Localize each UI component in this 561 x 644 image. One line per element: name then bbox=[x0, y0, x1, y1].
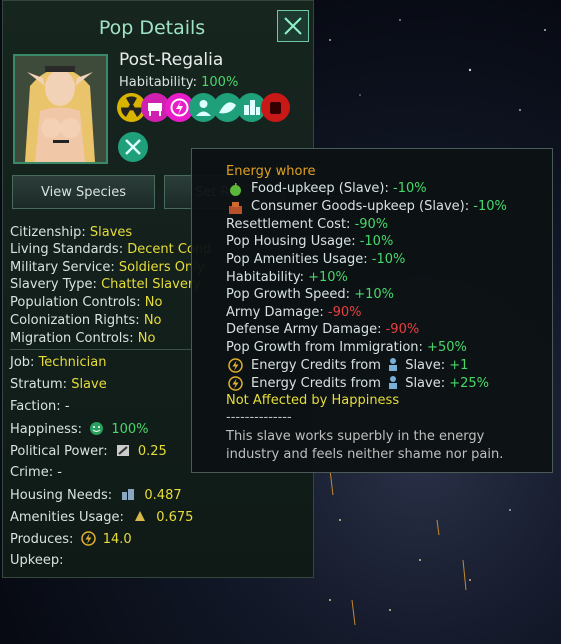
tooltip-energy-line-1: Energy Credits from Slave: +1 bbox=[251, 358, 469, 373]
tooltip-line-2: Resettlement Cost: -90% bbox=[226, 217, 389, 232]
tooltip-description-line-2: industry and feels neither shame nor pai… bbox=[226, 447, 504, 462]
pop-icon bbox=[389, 358, 398, 371]
job-row: Job: Technician bbox=[10, 355, 107, 370]
slavery-type-row: Slavery Type: Chattel Slavery bbox=[10, 277, 201, 292]
happiness-row: Happiness: 100% bbox=[10, 422, 149, 437]
military-service-row: Military Service: Soldiers Only bbox=[10, 260, 205, 275]
tooltip-line-9: Pop Growth from Immigration: +50% bbox=[226, 340, 467, 355]
apple-icon bbox=[230, 183, 241, 196]
habitability-row: Habitability: 100% bbox=[119, 75, 238, 90]
tooltip-line-8: Defense Army Damage: -90% bbox=[226, 322, 420, 337]
amenities-usage-row: Amenities Usage: 0.675 bbox=[10, 510, 194, 525]
faction-row: Faction: - bbox=[10, 399, 70, 414]
amenities-usage-value: 0.675 bbox=[156, 510, 194, 525]
population-controls-row: Population Controls: No bbox=[10, 295, 163, 310]
tooltip-line-0: Food-upkeep (Slave): -10% bbox=[251, 181, 427, 196]
produces-value: 14.0 bbox=[102, 532, 132, 547]
migration-controls-value[interactable]: No bbox=[138, 331, 156, 346]
energy-icon bbox=[228, 358, 243, 373]
trait-tooltip: Energy whore Food-upkeep (Slave): -10% C… bbox=[191, 148, 553, 473]
pop-icon bbox=[389, 376, 398, 389]
fist-trait-icon[interactable] bbox=[261, 93, 290, 122]
citizenship-row: Citizenship: Slaves bbox=[10, 225, 133, 240]
colonization-rights-value[interactable]: No bbox=[144, 313, 162, 328]
tooltip-line-7: Army Damage: -90% bbox=[226, 305, 362, 320]
close-icon bbox=[284, 17, 302, 35]
upkeep-row: Upkeep: bbox=[10, 553, 64, 568]
close-button[interactable] bbox=[277, 10, 309, 42]
housing-icon bbox=[122, 489, 135, 500]
political-power-row: Political Power: 0.25 bbox=[10, 444, 167, 459]
tooltip-divider: -------------- bbox=[226, 410, 292, 425]
population-controls-value[interactable]: No bbox=[145, 295, 163, 310]
migration-controls-row: Migration Controls: No bbox=[10, 331, 156, 346]
crime-value: - bbox=[57, 465, 62, 480]
citizenship-value[interactable]: Slaves bbox=[90, 225, 132, 240]
stratum-value: Slave bbox=[71, 377, 107, 392]
tooltip-line-1: Consumer Goods-upkeep (Slave): -10% bbox=[251, 199, 507, 214]
tooltip-line-4: Pop Amenities Usage: -10% bbox=[226, 252, 406, 267]
energy-icon bbox=[228, 376, 243, 391]
tooltip-line-6: Pop Growth Speed: +10% bbox=[226, 287, 394, 302]
housing-needs-row: Housing Needs: 0.487 bbox=[10, 488, 182, 503]
tooltip-line-5: Habitability: +10% bbox=[226, 270, 348, 285]
panel-title: Pop Details bbox=[98, 17, 206, 39]
habitability-label: Habitability: bbox=[119, 75, 197, 90]
slavery-type-value[interactable]: Chattel Slavery bbox=[101, 277, 201, 292]
tooltip-line-3: Pop Housing Usage: -10% bbox=[226, 234, 394, 249]
crime-row: Crime: - bbox=[10, 465, 62, 480]
crossed-swords-trait-icon[interactable] bbox=[118, 132, 148, 162]
energy-icon bbox=[80, 531, 96, 546]
amenities-icon bbox=[135, 511, 146, 521]
living-standards-row: Living Standards: Decent Cond bbox=[10, 242, 212, 257]
housing-needs-value: 0.487 bbox=[144, 488, 182, 503]
tooltip-description-line-1: This slave works superbly in the energy bbox=[226, 429, 485, 444]
produces-row: Produces: 14.0 bbox=[10, 531, 132, 547]
species-portrait bbox=[13, 54, 108, 164]
colonization-rights-row: Colonization Rights: No bbox=[10, 313, 162, 328]
tooltip-happiness-note: Not Affected by Happiness bbox=[226, 393, 400, 408]
tooltip-energy-line-2: Energy Credits from Slave: +25% bbox=[251, 376, 490, 391]
tooltip-title: Energy whore bbox=[226, 164, 316, 179]
stratum-row: Stratum: Slave bbox=[10, 377, 107, 392]
trait-list bbox=[117, 93, 290, 125]
habitability-value: 100% bbox=[201, 75, 239, 90]
power-icon bbox=[116, 445, 129, 456]
political-power-value: 0.25 bbox=[137, 444, 167, 459]
job-value[interactable]: Technician bbox=[39, 355, 107, 370]
view-species-button[interactable]: View Species bbox=[12, 175, 155, 209]
smiley-icon bbox=[90, 422, 104, 435]
faction-value: - bbox=[64, 399, 70, 414]
species-name: Post-Regalia bbox=[119, 50, 224, 70]
happiness-value: 100% bbox=[111, 422, 149, 437]
consumer-goods-icon bbox=[229, 202, 242, 214]
